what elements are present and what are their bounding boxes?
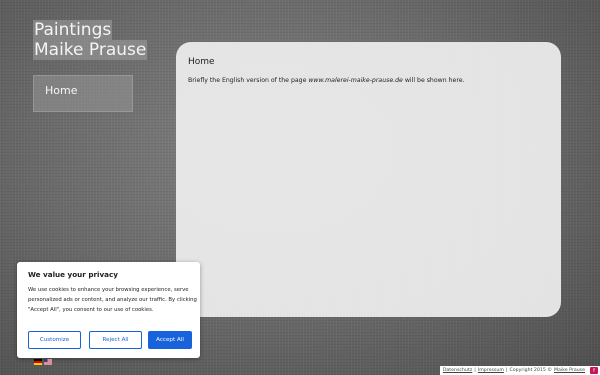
datenschutz-link[interactable]: Datenschutz [443, 368, 472, 373]
language-switcher [34, 359, 52, 365]
nav-item-home[interactable]: Home [45, 84, 77, 97]
content-text-domain: www.malerei-maike-prause.de [308, 77, 403, 84]
impressum-link[interactable]: Impressum [478, 368, 504, 373]
footer-separator: | [505, 368, 508, 373]
cookie-text: We use cookies to enhance your browsing … [28, 287, 197, 314]
footer: Datenschutz | Impressum | Copyright 2015… [439, 366, 600, 375]
main-nav: Home [33, 75, 133, 112]
site-title-line2: Maike Prause [33, 40, 148, 60]
site-title: Paintings Maike Prause [33, 20, 148, 60]
content-text: Briefly the English version of the page … [188, 77, 465, 84]
content-text-before: Briefly the English version of the page [188, 77, 309, 84]
customize-button[interactable]: Customize [28, 331, 81, 349]
cookie-consent-banner: We value your privacy We use cookies to … [17, 262, 200, 358]
content-text-after: will be shown here. [402, 77, 465, 84]
author-link[interactable]: Maike Prause [554, 368, 585, 373]
reject-all-button[interactable]: Reject All [89, 331, 142, 349]
site-title-line1: Paintings [33, 20, 113, 40]
copyright-text: Copyright 2015 © [509, 368, 553, 373]
footer-separator: | [474, 368, 476, 373]
german-flag-icon[interactable] [34, 359, 42, 365]
us-flag-icon[interactable] [44, 359, 52, 365]
cookie-title: We value your privacy [28, 270, 118, 279]
fb-icon[interactable]: f [590, 367, 598, 374]
accept-all-button[interactable]: Accept All [148, 331, 192, 349]
page-title: Home [188, 57, 215, 67]
content-panel: Home Briefly the English version of the … [176, 42, 561, 317]
